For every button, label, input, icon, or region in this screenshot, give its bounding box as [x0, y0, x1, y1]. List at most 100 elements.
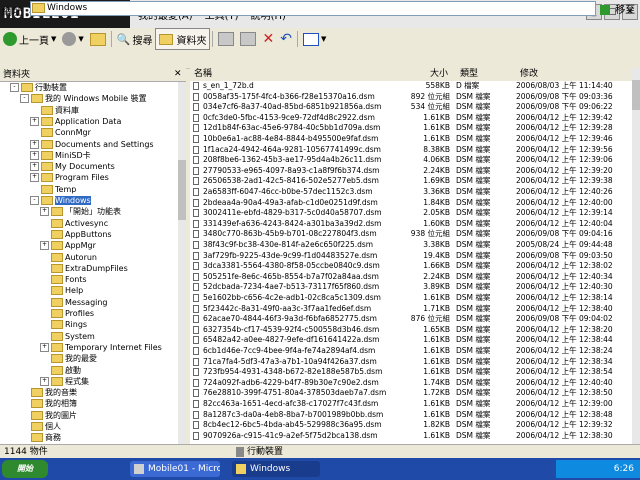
tree-node[interactable]: - 我的 Windows Mobile 裝置 — [20, 93, 147, 105]
forward-button[interactable]: ▼ — [59, 29, 86, 49]
tree-node[interactable]: System — [40, 331, 95, 343]
tree-node[interactable]: + Documents and Settings — [30, 139, 154, 151]
tree-node[interactable]: 我的圖片 — [20, 410, 77, 422]
views-button[interactable]: ▼ — [300, 29, 329, 49]
file-row[interactable]: 0cfc3de0-5fbc-4153-9ce9-72df4d8c2922.dsm… — [190, 113, 632, 124]
file-row[interactable]: 8a1287c3-da0a-4eb8-8ba7-b7001989b0bb.dsm… — [190, 410, 632, 421]
back-button[interactable]: 上一頁 ▼ — [0, 29, 59, 49]
file-row[interactable]: 723fb954-4931-4348-b672-82e188e587b5.dsm… — [190, 367, 632, 378]
tree-node[interactable]: AppButtons — [40, 229, 112, 241]
tree-expander-icon[interactable]: + — [30, 116, 39, 126]
file-row[interactable]: 3480c770-863b-45b9-b701-08c227804f3.dsm 9… — [190, 229, 632, 240]
file-row[interactable]: 6cb1d46e-7cc9-4bee-9f4a-fe74a2894af4.dsm… — [190, 346, 632, 357]
taskbar-item-windows[interactable]: Windows — [232, 461, 320, 477]
file-row[interactable]: 1f1aca24-4942-464a-9281-10567741499c.dsm… — [190, 145, 632, 156]
file-row[interactable]: 71ca7fa4-5df3-47a3-a7b1-10a94f426a37.dsm… — [190, 357, 632, 368]
tree-scrollbar-thumb[interactable] — [178, 160, 186, 220]
search-button[interactable]: 🔍 搜尋 — [114, 29, 156, 49]
taskbar-item-mobile01[interactable]: Mobile01 - Microsoft I — [130, 461, 220, 477]
tree-node[interactable]: Help — [40, 285, 83, 297]
tree-node[interactable]: - Windows — [30, 195, 91, 207]
tree-node[interactable]: 我的最愛 — [40, 353, 97, 365]
tree-node[interactable]: 啟動 — [40, 365, 81, 377]
tree-expander-icon[interactable]: + — [30, 162, 39, 172]
close-pane-button[interactable]: ✕ — [174, 69, 182, 79]
file-row[interactable]: 3dca3381-5564-4380-8f58-05ccbe0840c9.dsm… — [190, 261, 632, 272]
delete-button[interactable]: ✕ — [259, 29, 277, 49]
tree-expander-icon[interactable]: + — [30, 150, 39, 160]
tree-node[interactable]: + 程式集 — [40, 376, 89, 388]
file-row[interactable]: 6327354b-cf17-4539-92f4-c500558d3b46.dsm… — [190, 325, 632, 336]
file-row[interactable]: 2bdeaa4a-90a4-49a3-afab-c1d0e0251d9f.dsm… — [190, 198, 632, 209]
tree-node[interactable]: 資料庫 — [30, 105, 79, 117]
file-row[interactable]: 5e1602bb-c656-4c2e-adb1-02c8ca5c1309.dsm… — [190, 293, 632, 304]
list-scrollbar-thumb[interactable] — [632, 80, 640, 110]
tree-expander-icon[interactable]: - — [10, 83, 19, 92]
file-row[interactable]: 10b0e6a1-ac88-4e84-8844-b495500e9faf.dsm… — [190, 134, 632, 145]
tree-node[interactable]: 我的音樂 — [20, 387, 77, 399]
tree-node[interactable]: + Application Data — [30, 116, 121, 128]
tree-node[interactable]: ExtraDumpFiles — [40, 263, 128, 275]
file-row[interactable]: 38f43c9f-bc38-430e-814f-a2e6c650f225.dsm… — [190, 240, 632, 251]
file-row[interactable]: 9070926a-c915-41c9-a2ef-5f75d2bca138.dsm… — [190, 431, 632, 442]
tree-expander-icon[interactable]: + — [40, 207, 49, 217]
tree-node[interactable]: ConnMgr — [30, 127, 91, 139]
file-row[interactable]: 82cc463a-1651-4ecd-afc38-c17027f7c43f.ds… — [190, 399, 632, 410]
file-row[interactable]: 76e28810-399f-4751-80a4-378503daeb7a7.ds… — [190, 388, 632, 399]
up-folder-button[interactable] — [87, 29, 109, 49]
tree-node[interactable]: Activesync — [40, 218, 108, 230]
tree-expander-icon[interactable]: - — [30, 196, 39, 205]
file-row[interactable]: 505251fe-8e6c-465b-8554-b7a7f02a84aa.dsm… — [190, 272, 632, 283]
tree-expander-icon[interactable]: + — [40, 342, 49, 352]
tree-node[interactable]: 商務 — [20, 432, 61, 444]
start-button[interactable]: 開始 — [2, 460, 48, 478]
file-row[interactable]: 52dcbada-7234-4ae7-b513-73117f65f860.dsm… — [190, 282, 632, 293]
file-row[interactable]: 62acae70-4844-46f3-9a3d-f6bfa6852775.dsm… — [190, 314, 632, 325]
tree-node[interactable]: + Program Files — [30, 172, 109, 184]
copy-to-button[interactable] — [237, 29, 259, 49]
column-type[interactable]: 類型 — [460, 68, 478, 81]
tree-expander-icon[interactable]: + — [40, 241, 49, 251]
file-row[interactable]: 208f8be6-1362-45b3-ae17-95d4a4b26c11.dsm… — [190, 155, 632, 166]
tree-node[interactable]: Rings — [40, 319, 87, 331]
folders-button[interactable]: 資料夾 — [155, 28, 211, 50]
tree-expander-icon[interactable]: + — [30, 139, 39, 149]
tree-scrollbar[interactable] — [178, 82, 186, 444]
list-scrollbar[interactable] — [632, 68, 640, 444]
tree-expander-icon[interactable]: + — [40, 376, 49, 386]
file-row[interactable]: 0058af35-175f-4fc4-b366-f28e15370a16.dsm… — [190, 92, 632, 103]
tree-node[interactable]: Autorun — [40, 252, 97, 264]
file-row[interactable]: 3002411e-ebfd-4829-b317-5c0d40a58707.dsm… — [190, 208, 632, 219]
file-row[interactable]: 034e7cf6-8a37-40ad-85bd-6851b921856a.dsm… — [190, 102, 632, 113]
file-row[interactable]: 27790533-e965-4097-8a93-c1a8f9f6b374.dsm… — [190, 166, 632, 177]
tree-node[interactable]: Temp — [30, 184, 76, 196]
file-row[interactable]: 3af729fb-9225-43de-9c99-f1d04483527e.dsm… — [190, 251, 632, 262]
file-row[interactable]: 12d1b84f-63ac-45e6-9784-40c5bb1d709a.dsm… — [190, 123, 632, 134]
file-row[interactable]: s_en_1_72b.d 558KB D 檔案 2006/08/03 上午 11:14… — [190, 81, 632, 92]
tree-expander-icon[interactable]: + — [30, 173, 39, 183]
move-to-button[interactable] — [215, 29, 237, 49]
go-button[interactable]: 移至 — [600, 1, 635, 16]
tree-node[interactable]: 我的相簿 — [20, 398, 77, 410]
tree-node[interactable]: Messaging — [40, 297, 108, 309]
column-size[interactable]: 大小 — [430, 68, 448, 81]
tree-node[interactable]: + MiniSD卡 — [30, 150, 91, 162]
column-name[interactable]: 名稱 — [194, 68, 212, 81]
tree-node[interactable]: Profiles — [40, 308, 94, 320]
tree-node[interactable]: - 行動裝置 — [10, 82, 67, 94]
column-modified[interactable]: 修改 — [520, 68, 538, 81]
file-row[interactable]: 724a092f-adb6-4229-b4f7-89b30e7c90e2.dsm… — [190, 378, 632, 389]
file-row[interactable]: 5f23442c-8a31-49f0-aa3c-3f7aa1fed6ef.dsm… — [190, 304, 632, 315]
tree-node[interactable]: Fonts — [40, 274, 87, 286]
file-row[interactable]: 2a6583ff-6047-46cc-b0be-57dec1152c3.dsm 3… — [190, 187, 632, 198]
file-row[interactable]: 8cb4ec12-6bc5-4bda-ab45-529988c36a95.dsm… — [190, 420, 632, 431]
file-row[interactable]: 26506538-2ad1-42c5-8416-502e5277eb5.dsm 1… — [190, 176, 632, 187]
address-input[interactable]: Windows — [30, 1, 596, 16]
file-row[interactable]: 331439ef-a636-4243-8424-a301ba3a39d2.dsm… — [190, 219, 632, 230]
tree-node[interactable]: + My Documents — [30, 161, 115, 173]
tree-node[interactable]: + AppMgr — [40, 240, 96, 252]
file-row[interactable]: 65482a42-a0ee-4827-9efe-df161641422a.dsm… — [190, 335, 632, 346]
tree-node[interactable]: + 「開始」功能表 — [40, 206, 121, 218]
undo-button[interactable]: ↶ — [277, 29, 295, 49]
tree-node[interactable]: 個人 — [20, 421, 61, 433]
